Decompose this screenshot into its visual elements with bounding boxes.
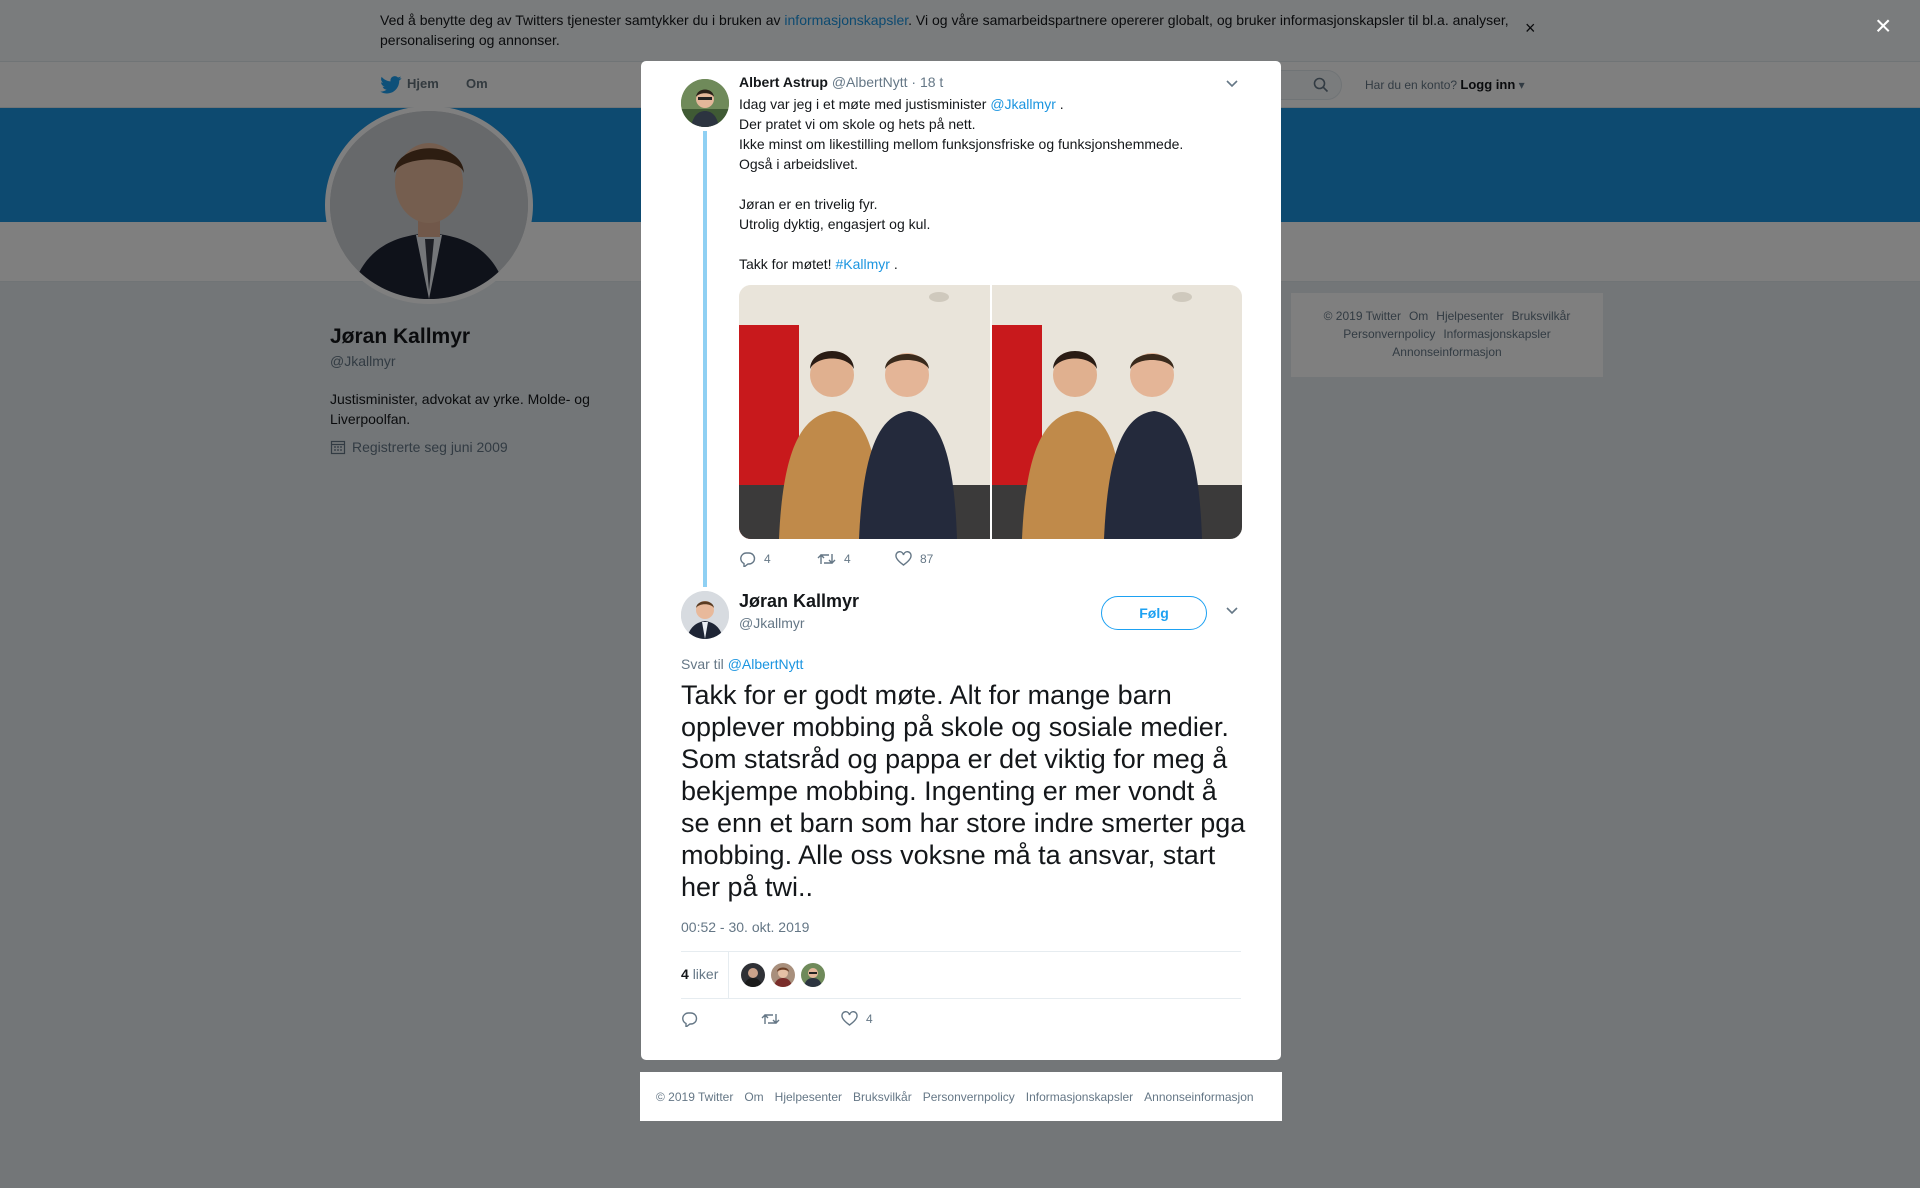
retweet-count: 4 [844,552,851,566]
reply-action[interactable]: 4 [739,551,817,567]
main-tweet-text: Takk for er godt møte. Alt for mange bar… [681,680,1246,902]
like-count: 87 [920,552,934,566]
mention-link[interactable]: @Jkallmyr [990,96,1056,112]
heart-icon[interactable] [841,1011,858,1027]
parent-line: Utrolig dyktig, engasjert og kul. [739,216,931,232]
parent-line-text: . [1055,96,1064,112]
footer-link[interactable]: Personvernpolicy [923,1090,1015,1104]
parent-line: Ikke minst om likestilling mellom funksj… [739,136,1184,152]
chevron-down-icon[interactable] [1225,79,1239,89]
main-tweet-actions: 4 [681,1011,921,1027]
liker-avatar[interactable] [741,963,765,987]
modal-footer: © 2019 Twitter Om Hjelpesenter Bruksvilk… [640,1072,1282,1121]
tweet-photo[interactable] [739,285,990,539]
retweet-icon[interactable] [761,1011,780,1027]
reply-to-link[interactable]: @AlbertNytt [728,656,804,672]
main-author-handle[interactable]: @Jkallmyr [739,615,805,631]
tweet-media [739,285,1242,539]
reply-icon[interactable] [739,551,756,567]
parent-line: Også i arbeidslivet. [739,156,859,172]
footer-copyright: © 2019 Twitter [656,1089,734,1104]
likes-stat-label: liker [692,966,719,982]
thread-line [703,131,707,587]
footer-link[interactable]: Bruksvilkår [853,1090,912,1104]
parent-author-name[interactable]: Albert Astrup [739,74,828,90]
liker-avatar[interactable] [771,963,795,987]
parent-line: Idag var jeg i et møte med justisministe… [739,94,1239,114]
parent-line-text: Takk for møtet! [739,256,836,272]
chevron-down-icon[interactable] [1225,606,1239,616]
liker-avatar[interactable] [801,963,825,987]
parent-line-text: . [889,256,898,272]
footer-link[interactable]: Informasjonskapsler [1026,1090,1133,1104]
parent-tweet-time[interactable]: · 18 t [911,74,943,90]
reply-icon[interactable] [681,1011,698,1027]
like-action[interactable]: 87 [895,551,973,567]
parent-tweet-text: Idag var jeg i et møte med justisministe… [739,94,1239,274]
likes-stat[interactable]: 4 liker [681,966,718,982]
parent-line-text: Idag var jeg i et møte med justisministe… [739,96,991,112]
parent-line [739,174,1239,194]
reply-to-context: Svar til @AlbertNytt [681,656,803,672]
reply-count: 4 [764,552,771,566]
parent-line [739,234,1239,254]
retweet-icon[interactable] [817,551,836,567]
tweet-stats: 4 liker [681,951,1241,999]
likes-stat-count: 4 [681,966,689,982]
retweet-action[interactable] [761,1011,841,1027]
footer-link[interactable]: Hjelpesenter [775,1090,842,1104]
reply-action[interactable] [681,1011,761,1027]
main-tweet-avatar[interactable] [681,591,729,639]
parent-tweet-avatar[interactable] [681,79,729,127]
close-icon[interactable]: × [1875,12,1891,40]
stats-divider [728,952,729,998]
liker-avatars [741,963,825,987]
parent-tweet-header: Albert Astrup @AlbertNytt · 18 t [739,74,943,90]
like-action[interactable]: 4 [841,1011,921,1027]
footer-link[interactable]: Om [744,1090,763,1104]
hashtag-link[interactable]: #Kallmyr [835,256,889,272]
main-tweet-timestamp[interactable]: 00:52 - 30. okt. 2019 [681,919,809,935]
parent-line: Der pratet vi om skole og hets på nett. [739,116,976,132]
main-author-name[interactable]: Jøran Kallmyr [739,591,859,612]
parent-author-handle[interactable]: @AlbertNytt [832,74,908,90]
parent-line: Takk for møtet! #Kallmyr . [739,254,1239,274]
parent-tweet-actions: 4 4 87 [739,551,973,567]
reply-to-prefix: Svar til [681,656,728,672]
tweet-photo[interactable] [991,285,1242,539]
tweet-modal: Albert Astrup @AlbertNytt · 18 t Idag va… [641,61,1281,1060]
parent-line: Jøran er en trivelig fyr. [739,196,878,212]
footer-link[interactable]: Annonseinformasjon [1144,1090,1253,1104]
like-count: 4 [866,1012,873,1026]
retweet-action[interactable]: 4 [817,551,895,567]
heart-icon[interactable] [895,551,912,567]
follow-button[interactable]: Følg [1101,596,1207,630]
